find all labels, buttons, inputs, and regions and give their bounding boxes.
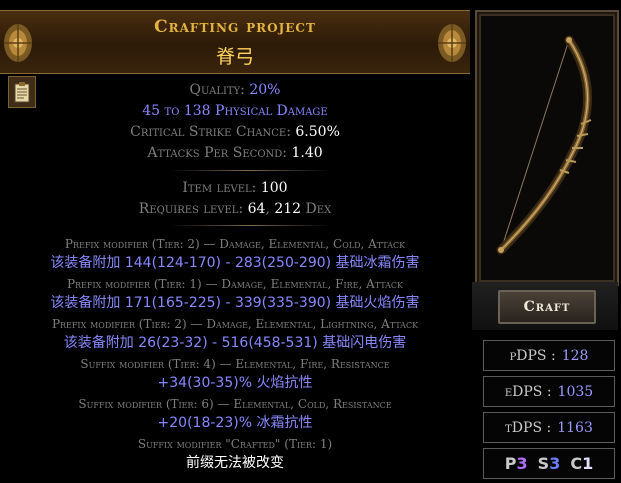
ornament-right-icon <box>434 19 470 67</box>
craft-button[interactable]: Craft <box>498 290 596 324</box>
tdps-box: tDPS : 1163 <box>483 412 615 443</box>
mod-header: Suffix modifier "Crafted" (Tier: 1) <box>137 437 333 451</box>
mod-header: Prefix modifier (Tier: 2) — Damage, Elem… <box>51 317 419 331</box>
craft-panel: Craft <box>472 282 618 330</box>
properties-block: Quality: 20% 45 to 138 Physical Damage C… <box>0 80 470 164</box>
bow-item-icon <box>496 35 592 255</box>
mod-text: +34(30-35)% 火焰抗性 <box>157 375 313 391</box>
edps-box: eDPS : 1035 <box>483 376 615 407</box>
mod-text: 该装备附加 26(23-32) - 516(458-531) 基础闪电伤害 <box>63 335 407 351</box>
mod-text: 该装备附加 144(124-170) - 283(250-290) 基础冰霜伤害 <box>50 255 420 271</box>
pdps-box: pDPS : 128 <box>483 340 615 371</box>
crit-chance-line: Critical Strike Chance: 6.50% <box>130 124 340 140</box>
physical-damage-line: 45 to 138 Physical Damage <box>142 103 328 119</box>
mod-header: Suffix modifier (Tier: 6) — Elemental, C… <box>78 397 392 411</box>
item-header: Crafting project 脊弓 <box>0 10 470 74</box>
mod-text: 前缀无法被改变 <box>186 455 284 471</box>
mod-text: 该装备附加 171(165-225) - 339(335-390) 基础火焰伤害 <box>50 295 420 311</box>
item-level-line: Item level: 100 <box>182 180 288 196</box>
item-title: Crafting project <box>154 17 316 37</box>
mod-header: Suffix modifier (Tier: 4) — Elemental, F… <box>80 357 390 371</box>
mod-header: Prefix modifier (Tier: 1) — Damage, Elem… <box>66 277 404 291</box>
modifiers-block: Prefix modifier (Tier: 2) — Damage, Elem… <box>0 235 470 473</box>
affix-count-box: P3 S3 C1 <box>483 448 615 479</box>
separator <box>170 225 330 226</box>
mod-header: Prefix modifier (Tier: 2) — Damage, Elem… <box>64 237 406 251</box>
item-image-frame <box>475 10 619 286</box>
mod-text: +20(18-23)% 冰霜抗性 <box>157 415 313 431</box>
requirements-block: Item level: 100 Requires level: 64, 212 … <box>0 178 470 220</box>
requires-level-line: Requires level: 64, 212 Dex <box>138 201 332 217</box>
attacks-per-second-line: Attacks Per Second: 1.40 <box>147 145 323 161</box>
item-base-name: 脊弓 <box>215 46 254 68</box>
separator <box>170 170 330 171</box>
quality-line: Quality: 20% <box>189 82 281 98</box>
